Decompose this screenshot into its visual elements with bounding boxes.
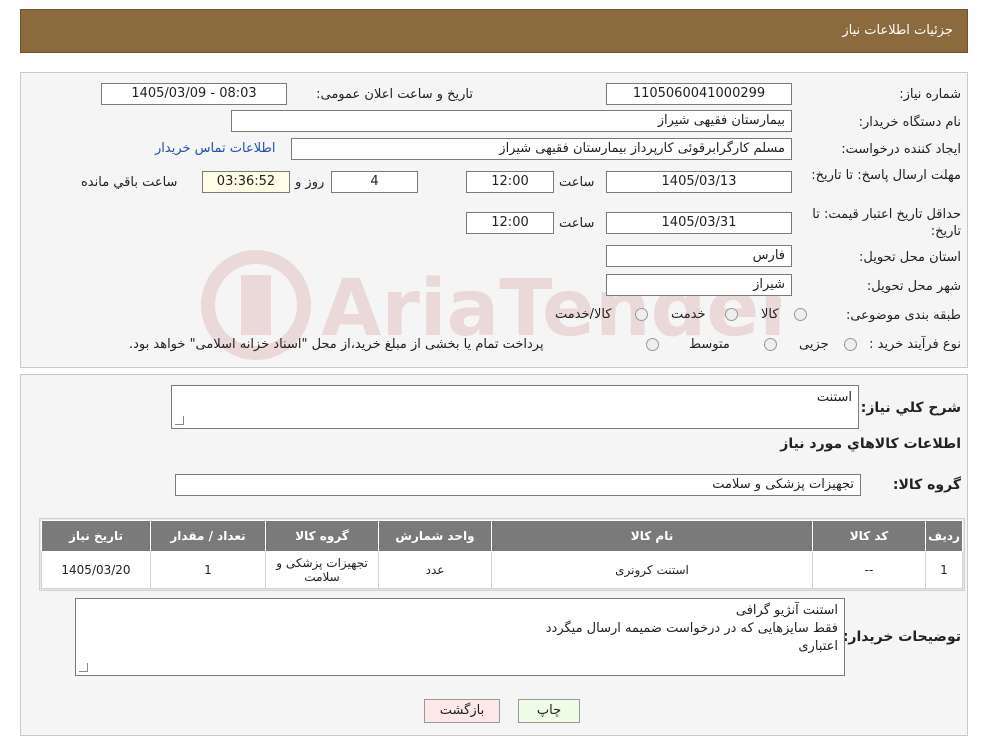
process-option-minor: جزیی: [799, 337, 829, 352]
items-table-header-row: رديف کد کالا نام کالا واحد شمارش گروه کا…: [41, 520, 963, 552]
cell-goods-code: --: [812, 551, 926, 589]
category-option-goods: کالا: [761, 307, 779, 322]
category-radio-goods[interactable]: [794, 308, 807, 321]
category-radio-goods-service[interactable]: [635, 308, 648, 321]
col-row-number: رديف: [925, 520, 963, 552]
col-need-date: تاریخ نیاز: [41, 520, 151, 552]
validity-time-label: ساعت: [559, 216, 595, 231]
cell-unit: عدد: [378, 551, 492, 589]
page-header: جزئیات اطلاعات نیاز: [20, 9, 968, 53]
need-info-panel: AriaTender.neT شماره نیاز: 1105060041000…: [20, 72, 968, 368]
remaining-time-field: 03:36:52: [202, 171, 290, 193]
price-validity-label: حداقل تاریخ اعتبار قیمت: تا تاریخ:: [812, 207, 961, 239]
city-field: شیراز: [606, 274, 792, 296]
buyer-notes-line-3: اعتباری: [798, 639, 838, 654]
cell-need-date: 1405/03/20: [41, 551, 151, 589]
announce-datetime-label: تاریخ و ساعت اعلان عمومی:: [316, 87, 473, 102]
category-option-service: خدمت: [671, 307, 706, 322]
category-radio-service[interactable]: [725, 308, 738, 321]
buyer-org-field: بیمارستان فقیهی شیراز: [231, 110, 792, 132]
col-quantity: تعداد / مقدار: [150, 520, 266, 552]
process-note: پرداخت تمام یا بخشی از مبلغ خرید،از محل …: [129, 337, 544, 352]
col-goods-name: نام کالا: [491, 520, 813, 552]
goods-info-title: اطلاعات كالاهاي مورد نياز: [780, 436, 961, 452]
summary-text: استنت: [816, 390, 852, 405]
process-radio-medium[interactable]: [764, 338, 777, 351]
buyer-notes-label: توضیحات خریدار:: [842, 629, 961, 645]
category-label: طبقه بندی موضوعی:: [845, 308, 961, 323]
days-label: روز و: [295, 175, 325, 190]
table-row: 1 -- استنت کرونری عدد تجهیزات پزشکی و سل…: [41, 551, 963, 589]
process-option-medium: متوسط: [689, 337, 730, 352]
reply-date-field: 1405/03/13: [606, 171, 792, 193]
remaining-days-field: 4: [331, 171, 418, 193]
cell-row-number: 1: [925, 551, 963, 589]
creator-field: مسلم کارگرابرقوئی کارپرداز بیمارستان فقی…: [291, 138, 792, 160]
col-goods-code: کد کالا: [812, 520, 926, 552]
watermark-mark: [241, 275, 271, 335]
category-option-goods-service: کالا/خدمت: [555, 307, 612, 322]
summary-label: شرح كلي نياز:: [860, 400, 961, 416]
summary-textarea[interactable]: استنت: [171, 385, 859, 429]
print-button[interactable]: چاپ: [518, 699, 580, 723]
goods-group-label: گروه کالا:: [892, 477, 961, 493]
col-goods-group: گروه کالا: [265, 520, 379, 552]
items-table: رديف کد کالا نام کالا واحد شمارش گروه کا…: [41, 520, 963, 589]
process-label: نوع فرآیند خرید :: [869, 337, 961, 352]
cell-goods-group: تجهیزات پزشکی و سلامت: [265, 551, 379, 589]
page-title: جزئیات اطلاعات نیاز: [842, 23, 953, 38]
need-number-field: 1105060041000299: [606, 83, 792, 105]
cell-goods-name: استنت کرونری: [491, 551, 813, 589]
buyer-notes-textarea[interactable]: استنت آنژیو گرافی فقط سایزهایی که در درخ…: [75, 598, 845, 676]
need-number-label: شماره نیاز:: [899, 87, 961, 102]
need-details-panel: شرح كلي نياز: استنت اطلاعات كالاهاي مورد…: [20, 374, 968, 736]
resize-handle-icon[interactable]: [175, 416, 184, 425]
goods-group-field: تجهیزات پزشکی و سلامت: [175, 474, 861, 496]
validity-date-field: 1405/03/31: [606, 212, 792, 234]
validity-time-field: 12:00: [466, 212, 554, 234]
items-table-wrapper: رديف کد کالا نام کالا واحد شمارش گروه کا…: [39, 518, 965, 591]
resize-handle-icon[interactable]: [79, 663, 88, 672]
buyer-org-label: نام دستگاه خریدار:: [858, 115, 961, 130]
city-label: شهر محل تحویل:: [866, 279, 961, 294]
col-unit: واحد شمارش: [378, 520, 492, 552]
reply-time-label: ساعت: [559, 175, 595, 190]
creator-label: ایجاد کننده درخواست:: [841, 142, 961, 157]
buyer-notes-line-1: استنت آنژیو گرافی: [735, 603, 838, 618]
cell-quantity: 1: [150, 551, 266, 589]
announce-datetime-field: 1405/03/09 - 08:03: [101, 83, 287, 105]
remaining-time-label: ساعت باقي مانده: [81, 175, 178, 190]
province-label: استان محل تحویل:: [859, 250, 961, 265]
back-button[interactable]: بازگشت: [424, 699, 500, 723]
province-field: فارس: [606, 245, 792, 267]
buyer-notes-line-2: فقط سایزهایی که در درخواست ضمیمه ارسال م…: [545, 621, 838, 636]
reply-time-field: 12:00: [466, 171, 554, 193]
process-radio-treasury[interactable]: [646, 338, 659, 351]
reply-deadline-label: مهلت ارسال پاسخ: تا تاریخ:: [811, 168, 961, 183]
buyer-contact-link[interactable]: اطلاعات تماس خریدار: [155, 141, 275, 156]
process-radio-minor[interactable]: [844, 338, 857, 351]
